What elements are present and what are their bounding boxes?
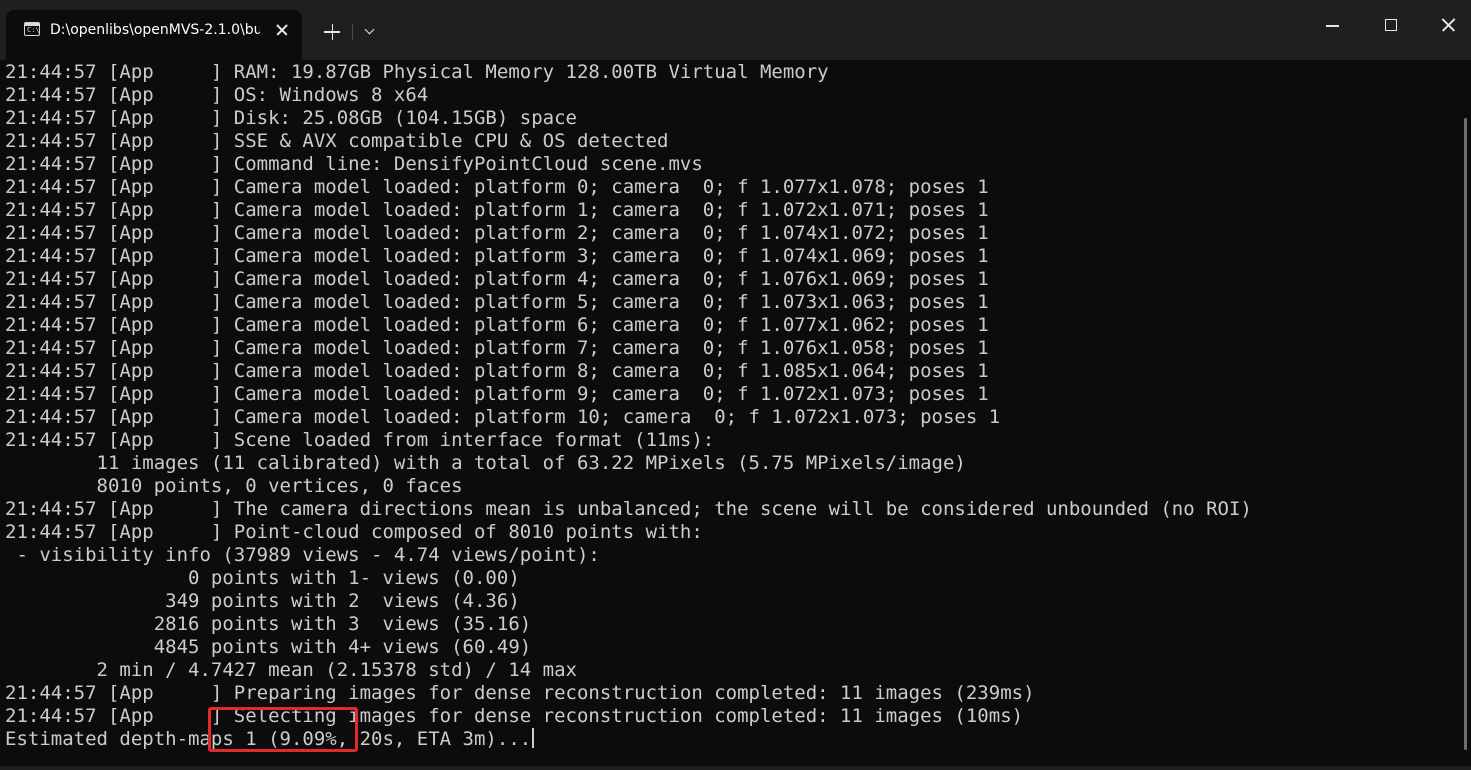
text-cursor <box>532 728 534 748</box>
terminal-line: 21:44:57 [App ] Camera model loaded: pla… <box>5 360 989 382</box>
tab-divider <box>352 24 353 40</box>
chevron-down-icon[interactable] <box>358 20 382 44</box>
terminal-line: 21:44:57 [App ] Camera model loaded: pla… <box>5 222 989 244</box>
terminal-line: 21:44:57 [App ] SSE & AVX compatible CPU… <box>5 130 669 152</box>
terminal-line: 21:44:57 [App ] Preparing images for den… <box>5 682 1035 704</box>
terminal-line: 21:44:57 [App ] The camera directions me… <box>5 498 1252 520</box>
terminal-line: 21:44:57 [App ] Point-cloud composed of … <box>5 521 703 543</box>
terminal-line: Estimated depth-maps 1 (9.09%, 20s, ETA … <box>5 728 1252 751</box>
terminal-window: C:\ D:\openlibs\openMVS-2.1.0\bu 21:44:5… <box>0 0 1471 770</box>
terminal-line: 8010 points, 0 vertices, 0 faces <box>5 475 463 497</box>
terminal-line: 21:44:57 [App ] OS: Windows 8 x64 <box>5 84 429 106</box>
terminal-line: 21:44:57 [App ] Camera model loaded: pla… <box>5 245 989 267</box>
maximize-icon[interactable] <box>1368 4 1414 48</box>
scrollbar-thumb[interactable] <box>1464 118 1467 750</box>
terminal-line: 4845 points with 4+ views (60.49) <box>5 636 532 658</box>
terminal-line: 21:44:57 [App ] RAM: 19.87GB Physical Me… <box>5 61 829 83</box>
window-bottom-edge <box>0 766 1471 770</box>
terminal-output[interactable]: 21:44:57 [App ] RAM: 19.87GB Physical Me… <box>0 60 1459 766</box>
minimize-icon[interactable] <box>1310 4 1356 48</box>
tab-close-icon[interactable] <box>270 18 294 42</box>
scrollbar[interactable] <box>1459 60 1471 766</box>
terminal-line: 21:44:57 [App ] Camera model loaded: pla… <box>5 268 989 290</box>
terminal-line: 21:44:57 [App ] Camera model loaded: pla… <box>5 314 989 336</box>
terminal-icon: C:\ <box>24 22 40 36</box>
close-icon[interactable] <box>1425 4 1471 48</box>
terminal-line: 21:44:57 [App ] Scene loaded from interf… <box>5 429 715 451</box>
tab-title: D:\openlibs\openMVS-2.1.0\bu <box>50 22 260 38</box>
terminal-line: 0 points with 1- views (0.00) <box>5 567 520 589</box>
terminal-icon-glyph: C:\ <box>27 26 40 34</box>
terminal-line: 21:44:57 [App ] Camera model loaded: pla… <box>5 176 989 198</box>
terminal-line: 2 min / 4.7427 mean (2.15378 std) / 14 m… <box>5 659 577 681</box>
highlight-annotation-box <box>208 707 358 752</box>
terminal-line: 21:44:57 [App ] Disk: 25.08GB (104.15GB)… <box>5 107 577 129</box>
terminal-line: 21:44:57 [App ] Command line: DensifyPoi… <box>5 153 703 175</box>
terminal-line: 349 points with 2 views (4.36) <box>5 590 520 612</box>
terminal-line: - visibility info (37989 views - 4.74 vi… <box>5 544 600 566</box>
terminal-line: 21:44:57 [App ] Camera model loaded: pla… <box>5 199 989 221</box>
terminal-line: 21:44:57 [App ] Camera model loaded: pla… <box>5 406 1001 428</box>
terminal-line: 21:44:57 [App ] Camera model loaded: pla… <box>5 337 989 359</box>
terminal-line: 21:44:57 [App ] Camera model loaded: pla… <box>5 291 989 313</box>
new-tab-plus-icon[interactable] <box>318 20 346 44</box>
title-bar[interactable]: C:\ D:\openlibs\openMVS-2.1.0\bu <box>0 0 1471 60</box>
terminal-text: 21:44:57 [App ] RAM: 19.87GB Physical Me… <box>5 61 1252 751</box>
terminal-line: 11 images (11 calibrated) with a total o… <box>5 452 966 474</box>
terminal-line: 21:44:57 [App ] Selecting images for den… <box>5 705 1024 727</box>
terminal-line: 21:44:57 [App ] Camera model loaded: pla… <box>5 383 989 405</box>
tab-terminal[interactable]: C:\ D:\openlibs\openMVS-2.1.0\bu <box>6 10 302 60</box>
terminal-line: 2816 points with 3 views (35.16) <box>5 613 532 635</box>
